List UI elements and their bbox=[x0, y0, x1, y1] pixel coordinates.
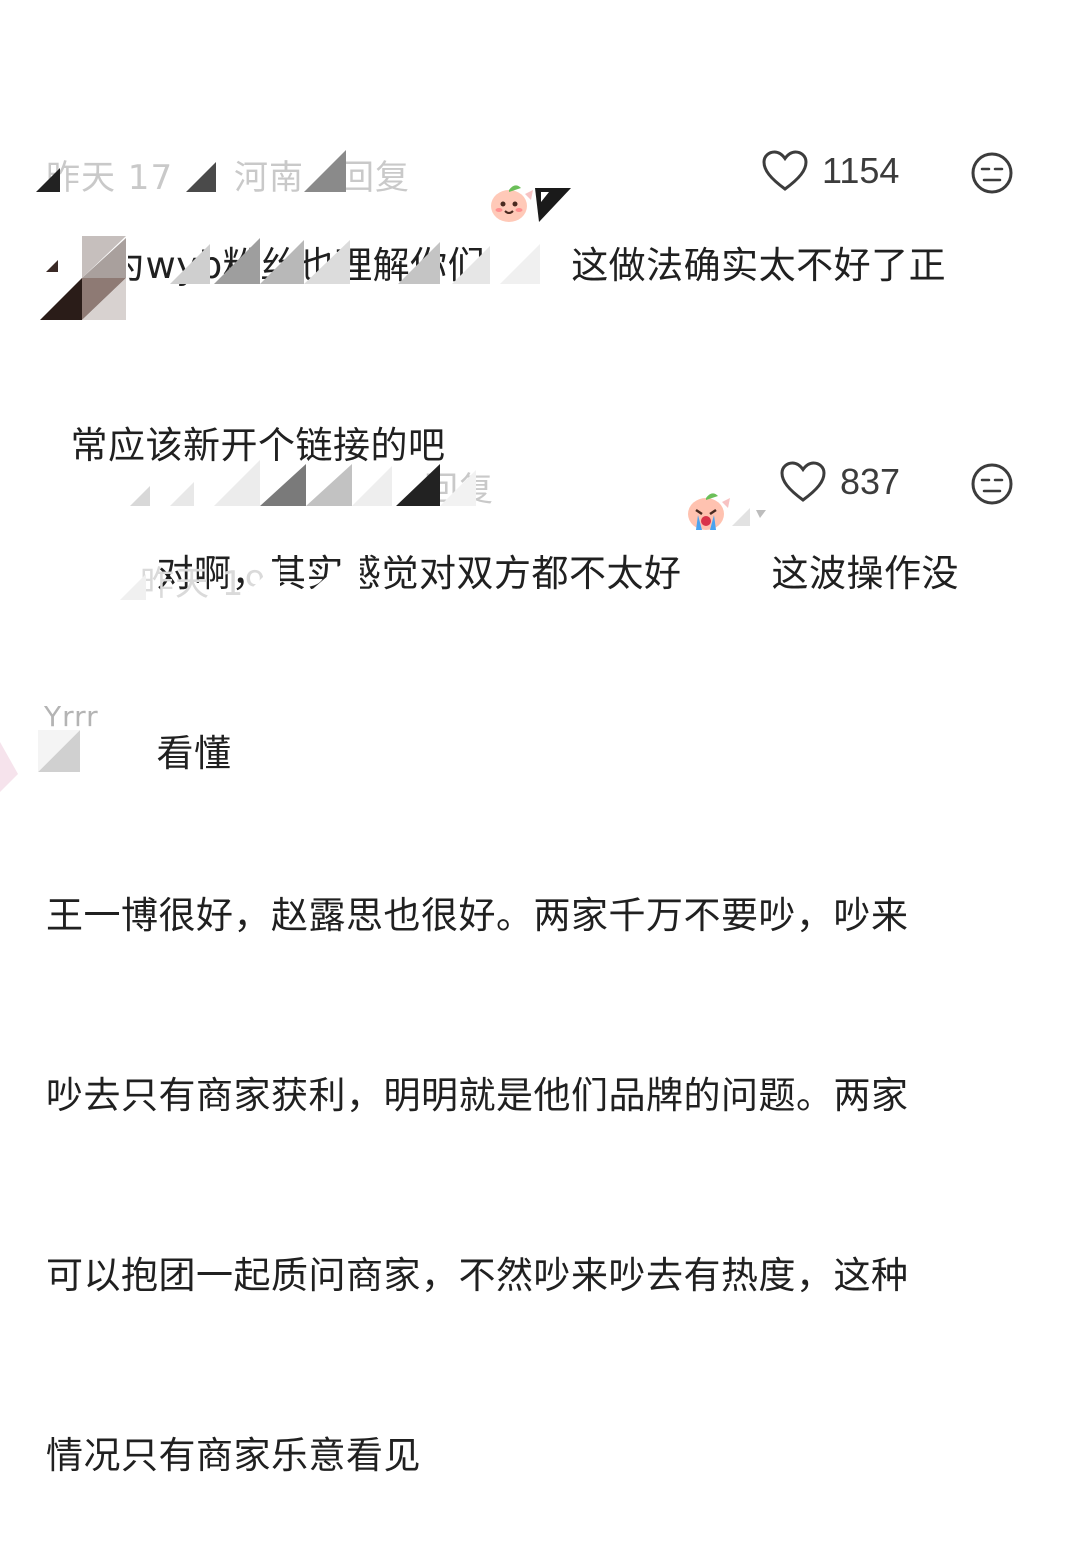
mask-overlay bbox=[120, 548, 360, 600]
comment-3-line4: 情况只有商家乐意看见 bbox=[46, 1434, 421, 1477]
dislike-face-icon[interactable] bbox=[970, 462, 1014, 506]
heart-icon bbox=[762, 150, 808, 192]
mask-overlay bbox=[36, 150, 346, 192]
comment-3-text: 王一博很好，赵露思也很好。两家千万不要吵，吵来 吵去只有商家获利，明明就是他们品… bbox=[46, 766, 1056, 1546]
comment-1-like-button[interactable]: 1154 bbox=[762, 150, 899, 192]
comment-2-line1-end: 这波操作没 bbox=[771, 552, 960, 595]
comment-2-like-count: 837 bbox=[840, 461, 901, 502]
heart-icon bbox=[780, 461, 826, 503]
mask-overlay bbox=[731, 370, 772, 526]
peach-cry-icon bbox=[684, 370, 730, 530]
peach-smile-icon bbox=[487, 62, 534, 222]
mask-overlay bbox=[170, 238, 540, 284]
comment-2-like-button[interactable]: 837 bbox=[780, 461, 900, 503]
comment-3-line3: 可以抱团一起质问商家，不然吵来吵去有热度，这种 bbox=[46, 1254, 909, 1297]
comment-2-text: 对啊，其实感觉对双方都不太好 这波操作没 看懂 bbox=[132, 310, 1052, 784]
comment-3-line2: 吵去只有商家获利，明明就是他们品牌的问题。两家 bbox=[46, 1074, 909, 1117]
comment-3-line1: 王一博很好，赵露思也很好。两家千万不要吵，吵来 bbox=[46, 894, 909, 937]
mask-overlay bbox=[130, 460, 476, 506]
comment-1-line1-end: 这做法确实太不好了正 bbox=[571, 244, 947, 287]
avatar[interactable] bbox=[38, 236, 128, 320]
mask-overlay bbox=[535, 62, 572, 222]
dislike-face-icon[interactable] bbox=[970, 151, 1014, 195]
comment-1-like-count: 1154 bbox=[822, 150, 900, 191]
